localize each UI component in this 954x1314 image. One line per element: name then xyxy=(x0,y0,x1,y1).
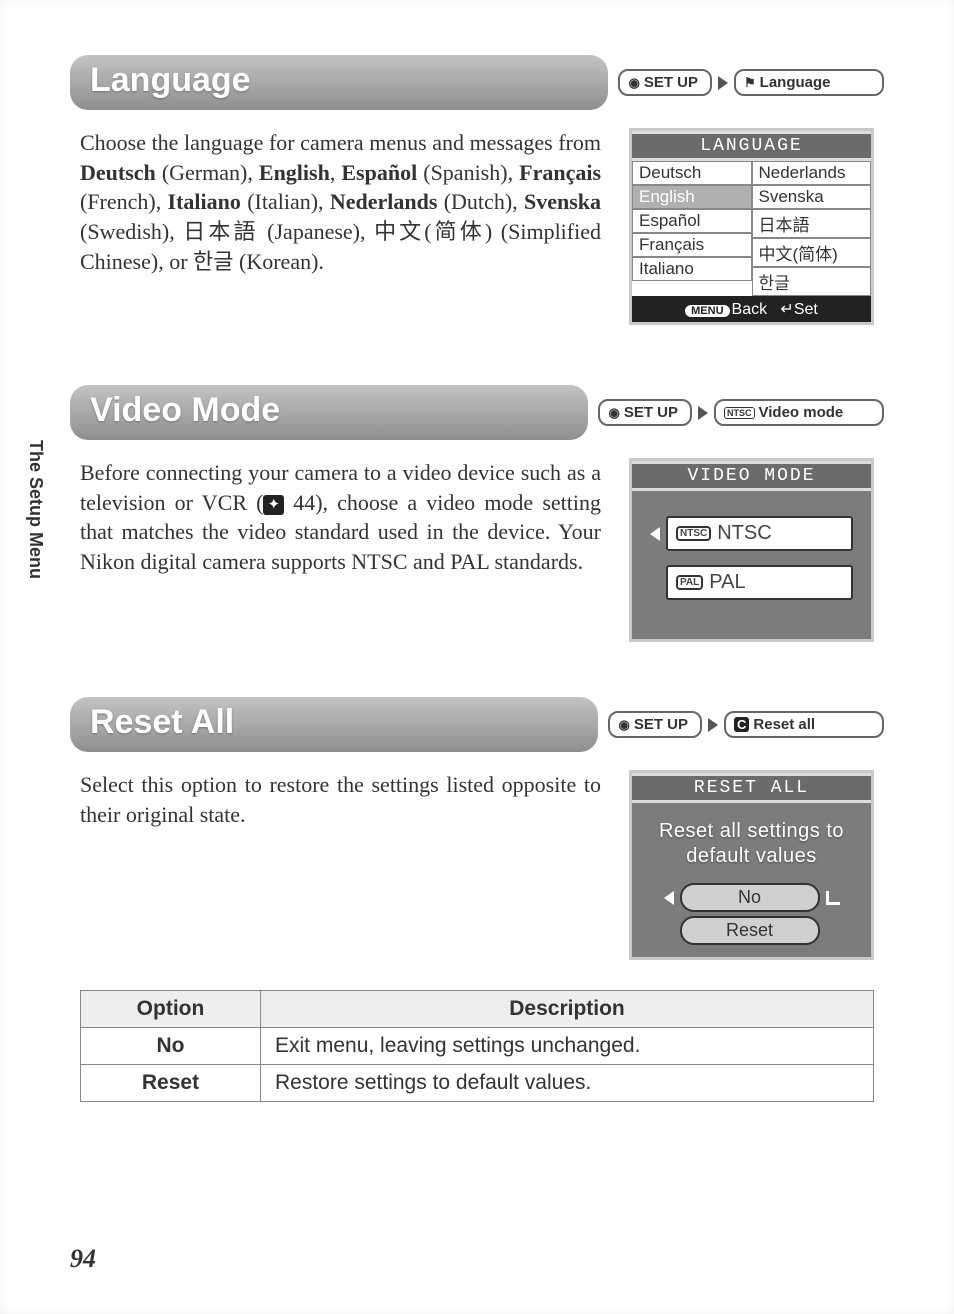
page-number: 94 xyxy=(70,1244,96,1274)
chevron-right-icon xyxy=(718,76,728,90)
video-mode-option[interactable]: PALPAL xyxy=(666,565,853,600)
language-option[interactable]: 한글 xyxy=(752,267,872,296)
reset-message: Reset all settings to default values xyxy=(646,819,857,869)
page-ref-icon: ✦ xyxy=(263,495,284,515)
chevron-right-icon xyxy=(708,718,718,732)
language-panel: LANGUAGE DeutschEnglishEspañolFrançaisIt… xyxy=(629,128,874,325)
col-description: Description xyxy=(261,991,874,1028)
ntsc-icon: NTSC xyxy=(724,407,755,419)
flag-icon: ⚑ xyxy=(744,75,756,91)
col-option: Option xyxy=(81,991,261,1028)
table-row: ResetRestore settings to default values. xyxy=(81,1065,874,1102)
language-option[interactable]: Svenska xyxy=(752,185,872,209)
dial-icon: ◉ xyxy=(608,405,619,421)
reset-panel-title: RESET ALL xyxy=(632,773,871,803)
description-cell: Exit menu, leaving settings unchanged. xyxy=(261,1028,874,1065)
video-panel-title: VIDEO MODE xyxy=(632,461,871,491)
crumb-reset-all: C Reset all xyxy=(724,711,884,738)
section-title-reset: Reset All xyxy=(70,697,598,752)
language-body: Choose the language for camera menus and… xyxy=(80,128,601,325)
option-cell: No xyxy=(81,1028,261,1065)
language-option[interactable]: Nederlands xyxy=(752,161,872,185)
video-mode-option[interactable]: NTSCNTSC xyxy=(666,516,853,551)
language-option[interactable]: Italiano xyxy=(632,257,752,281)
enter-icon xyxy=(826,891,840,905)
language-option[interactable]: 中文(简体) xyxy=(752,238,872,267)
crumb-setup-3: ◉ SET UP xyxy=(608,711,702,738)
crumb-setup: ◉ SET UP xyxy=(618,69,712,96)
option-cell: Reset xyxy=(81,1065,261,1102)
language-option[interactable]: English xyxy=(632,185,752,209)
crumb-setup-2: ◉ SET UP xyxy=(598,399,692,426)
dial-icon: ◉ xyxy=(618,717,629,733)
language-option[interactable]: Deutsch xyxy=(632,161,752,185)
reset-options-table: Option Description NoExit menu, leaving … xyxy=(80,990,874,1102)
language-option[interactable]: Français xyxy=(632,233,752,257)
reset-body: Select this option to restore the settin… xyxy=(80,770,601,960)
reset-option-no[interactable]: No xyxy=(680,883,820,912)
language-option[interactable]: 日本語 xyxy=(752,209,872,238)
reset-panel: RESET ALL Reset all settings to default … xyxy=(629,770,874,960)
video-standard-tag: NTSC xyxy=(676,526,711,541)
video-standard-tag: PAL xyxy=(676,575,703,590)
section-title-video: Video Mode xyxy=(70,385,588,440)
nav-left-icon xyxy=(664,891,674,905)
language-panel-footer: MENUBack ↵Set xyxy=(632,296,871,322)
crumb-language: ⚑ Language xyxy=(734,69,884,96)
section-title-language: Language xyxy=(70,55,608,110)
menu-tag-icon: MENU xyxy=(685,305,729,317)
reset-icon: C xyxy=(734,717,749,732)
chevron-right-icon xyxy=(698,406,708,420)
reset-option-reset[interactable]: Reset xyxy=(680,916,820,945)
video-body: Before connecting your camera to a video… xyxy=(80,458,601,642)
selected-indicator-icon xyxy=(650,527,660,541)
dial-icon: ◉ xyxy=(628,75,639,91)
table-row: NoExit menu, leaving settings unchanged. xyxy=(81,1028,874,1065)
language-panel-title: LANGUAGE xyxy=(632,131,871,161)
language-option[interactable]: Español xyxy=(632,209,752,233)
video-panel: VIDEO MODE NTSCNTSC PALPAL xyxy=(629,458,874,642)
description-cell: Restore settings to default values. xyxy=(261,1065,874,1102)
crumb-video-mode: NTSC Video mode xyxy=(714,399,884,426)
